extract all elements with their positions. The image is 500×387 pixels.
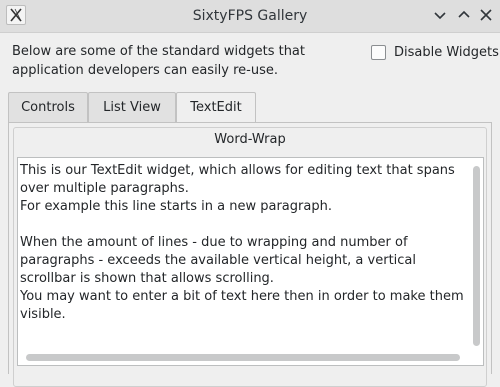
disable-widgets-checkbox[interactable]: [371, 45, 386, 60]
text-edit-content[interactable]: This is our TextEdit widget, which allow…: [20, 162, 466, 324]
tab-list-view[interactable]: List View: [88, 92, 176, 122]
horizontal-scrollbar[interactable]: [18, 349, 469, 365]
tab-controls[interactable]: Controls: [8, 92, 88, 122]
text-edit[interactable]: This is our TextEdit widget, which allow…: [17, 157, 484, 366]
horizontal-scrollbar-thumb[interactable]: [26, 354, 460, 361]
minimize-icon[interactable]: [432, 7, 448, 23]
vertical-scrollbar[interactable]: [469, 158, 483, 348]
title-bar[interactable]: SixtyFPS Gallery: [0, 0, 500, 33]
vertical-scrollbar-thumb[interactable]: [473, 166, 480, 346]
tab-textedit[interactable]: TextEdit: [176, 92, 256, 123]
disable-widgets-label[interactable]: Disable Widgets: [394, 44, 499, 62]
maximize-icon[interactable]: [456, 7, 472, 23]
window-title: SixtyFPS Gallery: [192, 8, 308, 24]
close-icon[interactable]: [478, 7, 494, 23]
description-text: Below are some of the standard widgets t…: [12, 44, 305, 78]
group-title: Word-Wrap: [214, 132, 286, 147]
